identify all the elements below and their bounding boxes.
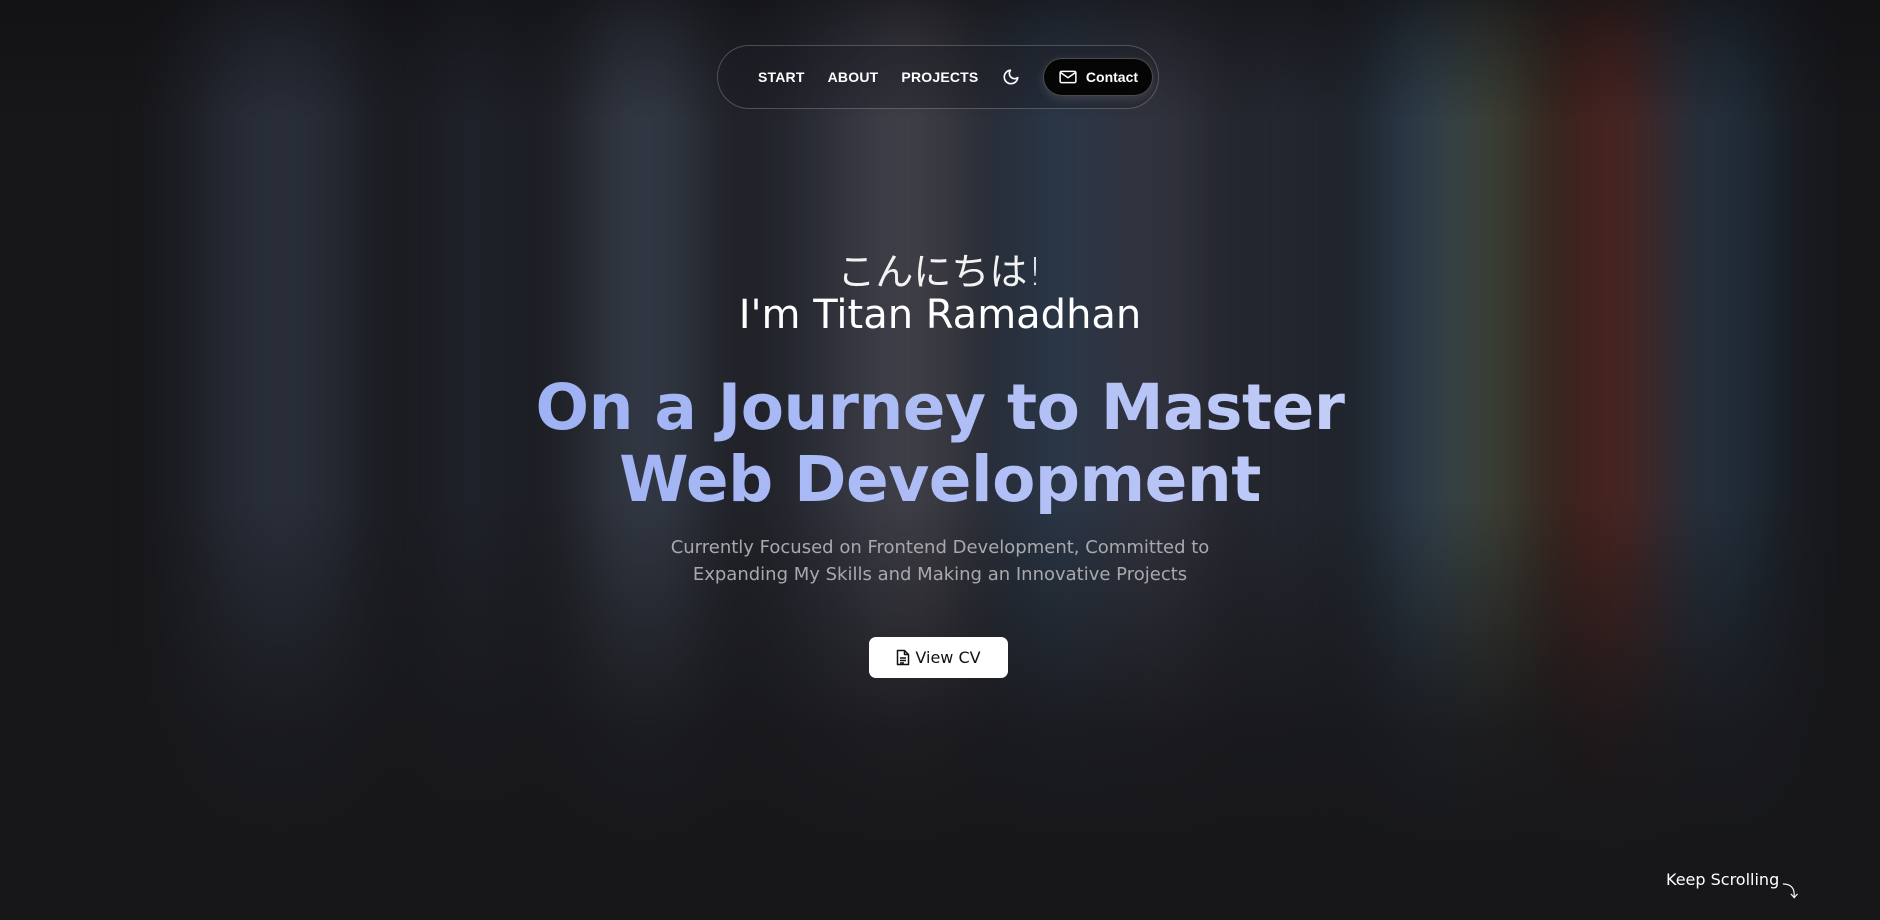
contact-label: Contact [1085,69,1139,85]
hero-page: START ABOUT PROJECTS Contact こんにちは! I'm … [0,0,1880,920]
headline-line-1: On a Journey to Master [0,372,1880,444]
headline: On a Journey to Master Web Development [0,372,1880,516]
nav-link-projects[interactable]: PROJECTS [901,69,978,85]
moon-icon[interactable] [1001,67,1021,87]
mail-icon [1059,70,1077,84]
view-cv-label: View CV [915,648,981,667]
document-icon [896,649,910,666]
greeting-text: こんにちは! [837,250,1043,294]
contact-button[interactable]: Contact [1043,58,1154,96]
intro-text: I'm Titan Ramadhan [738,292,1142,338]
view-cv-button[interactable]: View CV [869,637,1008,678]
headline-line-2: Web Development [0,444,1880,516]
subtext-line-2: Expanding My Skills and Making an Innova… [692,564,1188,585]
hero-subtext: Currently Focused on Frontend Developmen… [0,534,1880,588]
nav-link-start[interactable]: START [758,69,805,85]
keep-scrolling-label: Keep Scrolling [1666,870,1780,889]
keep-scrolling-link[interactable]: Keep Scrolling ⤵ [1666,870,1798,902]
arrow-down-curve-icon: ⤵ [1782,882,1799,901]
subtext-line-1: Currently Focused on Frontend Developmen… [670,537,1210,558]
nav-link-about[interactable]: ABOUT [828,69,879,85]
navbar: START ABOUT PROJECTS Contact [717,45,1159,109]
